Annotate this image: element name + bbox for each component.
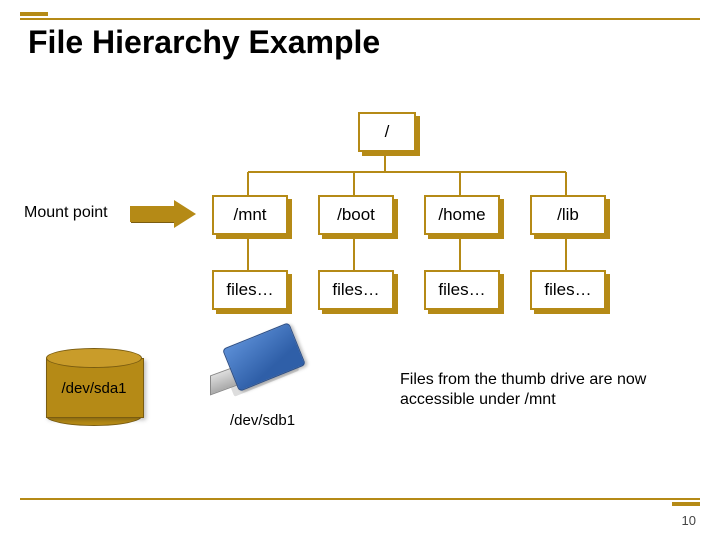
node-label: /mnt [233, 205, 266, 225]
caption-text: Files from the thumb drive are now acces… [400, 370, 670, 410]
mount-arrow-icon [130, 200, 200, 228]
slide-top-border [20, 12, 700, 20]
page-number: 10 [682, 513, 696, 528]
slide-title: File Hierarchy Example [28, 24, 380, 61]
node-root: / [358, 112, 416, 152]
node-boot: /boot [318, 195, 394, 235]
node-label: files… [438, 280, 485, 300]
node-label: /lib [557, 205, 579, 225]
node-files-home: files… [424, 270, 500, 310]
node-label: files… [226, 280, 273, 300]
node-label: /home [438, 205, 485, 225]
node-files-boot: files… [318, 270, 394, 310]
node-files-mnt: files… [212, 270, 288, 310]
thumb-drive-icon [210, 330, 310, 402]
thumb-device-label: /dev/sdb1 [230, 412, 295, 429]
slide-bottom-border [20, 498, 700, 506]
node-home: /home [424, 195, 500, 235]
node-label: files… [332, 280, 379, 300]
node-files-lib: files… [530, 270, 606, 310]
node-root-label: / [385, 122, 390, 142]
mount-point-label: Mount point [24, 204, 108, 222]
node-label: files… [544, 280, 591, 300]
node-lib: /lib [530, 195, 606, 235]
node-mnt: /mnt [212, 195, 288, 235]
node-label: /boot [337, 205, 375, 225]
disk-device-label: /dev/sda1 [54, 380, 134, 397]
